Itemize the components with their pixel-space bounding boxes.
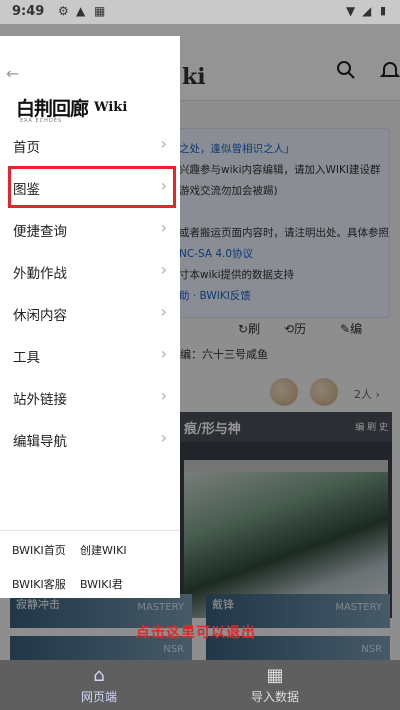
chevron-right-icon: › [160,302,167,321]
logo-title: 白荆回廊 [16,98,89,120]
menu-item-leisure[interactable]: 休闲内容 › [0,292,180,334]
menu-label: 首页 [13,140,40,156]
footer-link-bwiki-home[interactable]: BWIKI首页 [12,542,66,558]
menu-label: 站外链接 [13,392,67,408]
chevron-right-icon: › [160,260,167,279]
status-time: 9:49 [12,4,45,19]
menu-item-quick-search[interactable]: 便捷查询 › [0,208,180,250]
nav-web-tab[interactable]: ⌂ 网页端 [24,664,174,705]
menu-item-tools[interactable]: 工具 › [0,334,180,376]
menu-item-external-links[interactable]: 站外链接 › [0,376,180,418]
chevron-right-icon: › [160,218,167,237]
wifi-icon: ▼ [346,4,356,18]
alert-icon: ▲ [76,4,86,18]
footer-link-create-wiki[interactable]: 创建WIKI [80,542,127,558]
bottom-nav: ⌂ 网页端 ▦ 导入数据 [0,660,400,710]
highlight-box [8,166,176,208]
footer-link-bwiki-bot[interactable]: BWIKI君 [80,576,123,592]
signal-icon: ◢ [362,4,372,18]
menu-label: 便捷查询 [13,224,67,240]
menu-item-home[interactable]: 首页 › [0,124,180,166]
nav-web-label: 网页端 [80,690,117,704]
home-icon: ⌂ [93,665,105,686]
back-arrow-icon[interactable]: ← [6,64,19,83]
menu-label: 工具 [13,350,40,366]
battery-icon: ▮ [380,4,387,17]
chevron-right-icon: › [160,428,167,447]
grid-icon: ▦ [94,4,106,18]
nav-import-tab[interactable]: ▦ 导入数据 [200,664,350,705]
menu-item-edit-nav[interactable]: 编辑导航 › [0,418,180,460]
settings-icon: ⚙ [58,4,69,18]
wiki-logo[interactable]: 白荆回廊 Wiki ERA ECHOES [16,94,166,124]
chevron-right-icon: › [160,344,167,363]
drawer-divider [0,530,180,531]
grid-icon: ▦ [266,665,284,686]
menu-item-field-ops[interactable]: 外勤作战 › [0,250,180,292]
chevron-right-icon: › [160,134,167,153]
menu-label: 休闲内容 [13,308,67,324]
menu-label: 编辑导航 [13,434,67,450]
close-hint-label[interactable]: 点击这里可以退出 [136,622,256,642]
logo-wiki: Wiki [94,100,128,115]
status-bar: 9:49 ⚙ ▲ ▦ ▼ ◢ ▮ [0,0,400,24]
navigation-drawer: ← 白荆回廊 Wiki ERA ECHOES 首页 › 图鉴 › 便捷查询 › 外勤作… [0,36,180,598]
menu-label: 外勤作战 [13,266,67,282]
nav-import-label: 导入数据 [250,690,299,704]
chevron-right-icon: › [160,386,167,405]
footer-link-bwiki-support[interactable]: BWIKI客服 [12,576,66,592]
